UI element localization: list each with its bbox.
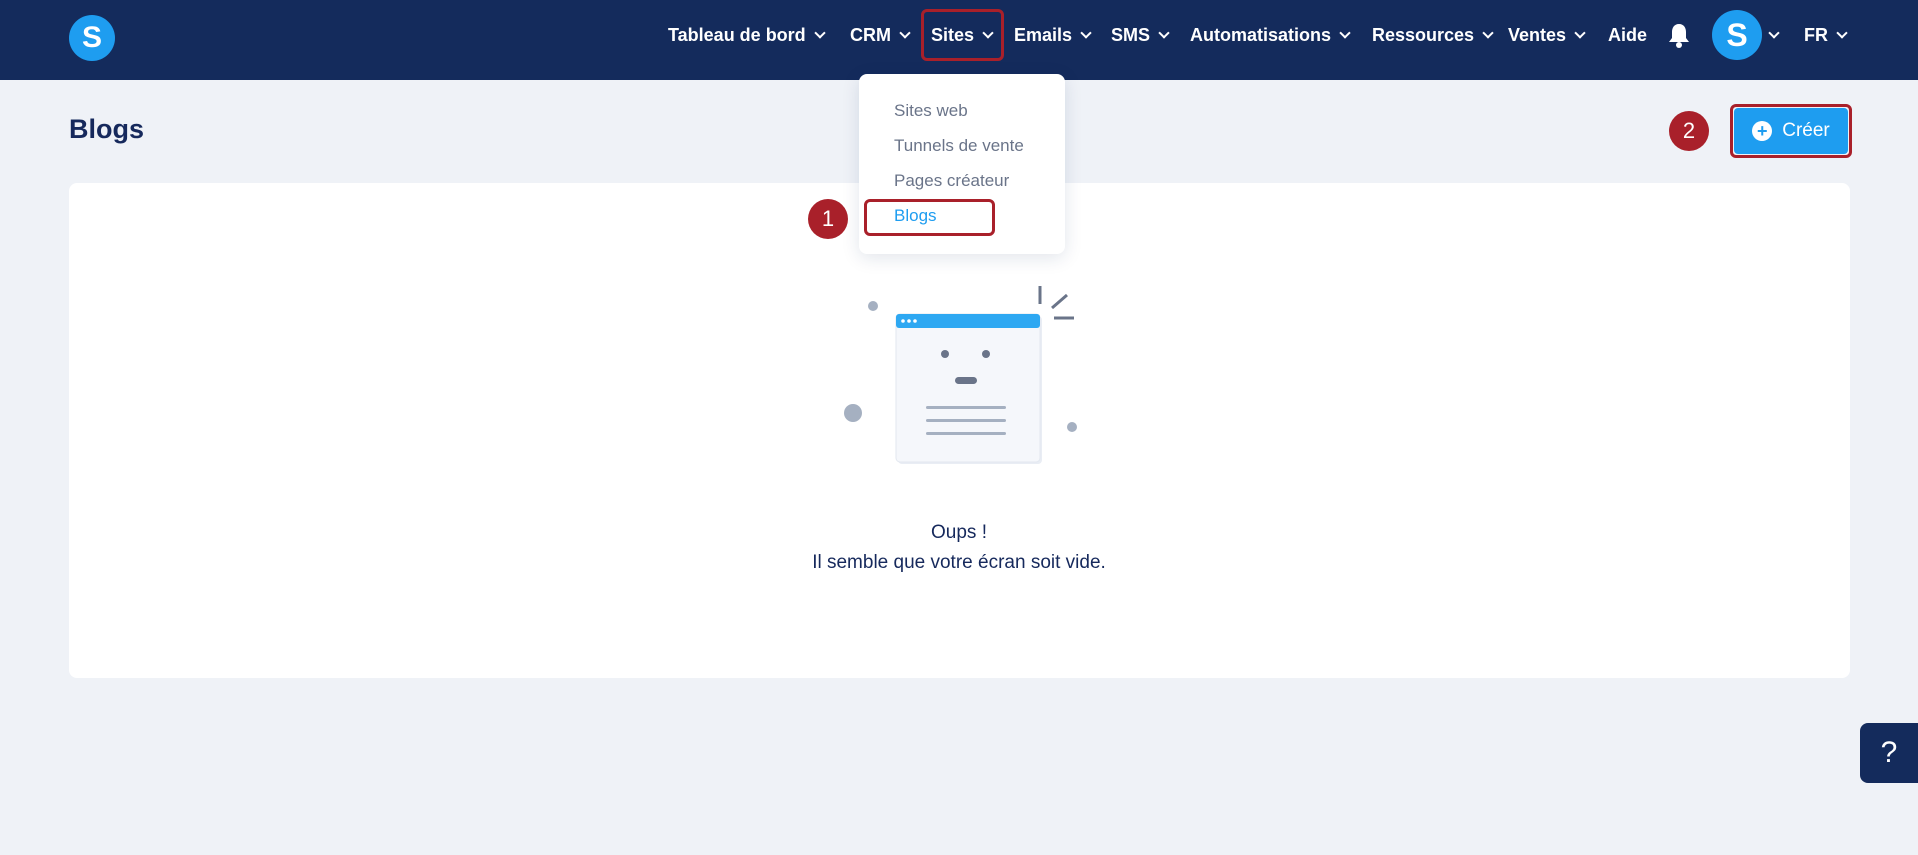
nav-crm[interactable]: CRM xyxy=(850,20,911,50)
empty-state-subtitle: Il semble que votre écran soit vide. xyxy=(812,552,1106,573)
create-button[interactable]: + Créer xyxy=(1734,108,1848,154)
nav-label: Emails xyxy=(1014,24,1073,45)
app-logo[interactable]: S xyxy=(69,15,115,61)
empty-state-title: Oups ! xyxy=(931,522,987,543)
blogs-highlight-frame xyxy=(864,199,995,236)
chevron-down-icon xyxy=(899,26,911,39)
page-title: Blogs xyxy=(69,114,145,144)
chevron-down-icon xyxy=(814,26,826,39)
plus-circle-icon: + xyxy=(1752,121,1773,141)
chevron-down-icon xyxy=(1158,26,1170,39)
chevron-down-icon xyxy=(1080,26,1092,39)
nav-emails[interactable]: Emails xyxy=(1014,20,1092,50)
dropdown-item-tunnels-de-vente[interactable]: Tunnels de vente xyxy=(894,136,1024,156)
nav-aide[interactable]: Aide xyxy=(1608,20,1647,50)
chevron-down-icon xyxy=(1836,26,1848,39)
nav-automatisations[interactable]: Automatisations xyxy=(1190,20,1351,50)
nav-label: CRM xyxy=(850,24,891,45)
chevron-down-icon xyxy=(1574,26,1586,39)
nav-label: Aide xyxy=(1608,24,1648,45)
chevron-down-icon xyxy=(1482,26,1494,39)
help-button[interactable]: ? xyxy=(1860,723,1918,783)
language-label: FR xyxy=(1804,24,1828,45)
nav-ventes[interactable]: Ventes xyxy=(1508,20,1586,50)
dropdown-item-pages-createur[interactable]: Pages créateur xyxy=(894,171,1009,191)
dropdown-item-sites-web[interactable]: Sites web xyxy=(894,101,968,121)
nav-label: Ressources xyxy=(1372,24,1475,45)
nav-label: Ventes xyxy=(1508,24,1567,45)
step-badge-2: 2 xyxy=(1669,111,1709,151)
nav-label: Tableau de bord xyxy=(668,24,806,45)
nav-tableau-de-bord[interactable]: Tableau de bord xyxy=(668,20,826,50)
top-navbar: S Tableau de bord CRM Sites Emails SMS A… xyxy=(0,0,1918,80)
chevron-down-icon xyxy=(1339,26,1351,39)
sites-highlight-frame xyxy=(921,9,1004,61)
create-label: Créer xyxy=(1782,120,1830,141)
nav-sms[interactable]: SMS xyxy=(1111,20,1170,50)
chevron-down-icon xyxy=(1768,27,1780,39)
avatar-menu-toggle[interactable] xyxy=(1768,24,1780,42)
bell-icon[interactable] xyxy=(1668,22,1690,48)
avatar[interactable]: S xyxy=(1712,10,1762,60)
nav-label: Automatisations xyxy=(1190,24,1332,45)
empty-state-illustration xyxy=(844,286,1077,464)
nav-label: SMS xyxy=(1111,24,1151,45)
step-badge-1: 1 xyxy=(808,199,848,239)
language-selector[interactable]: FR xyxy=(1804,20,1848,50)
nav-ressources[interactable]: Ressources xyxy=(1372,20,1494,50)
